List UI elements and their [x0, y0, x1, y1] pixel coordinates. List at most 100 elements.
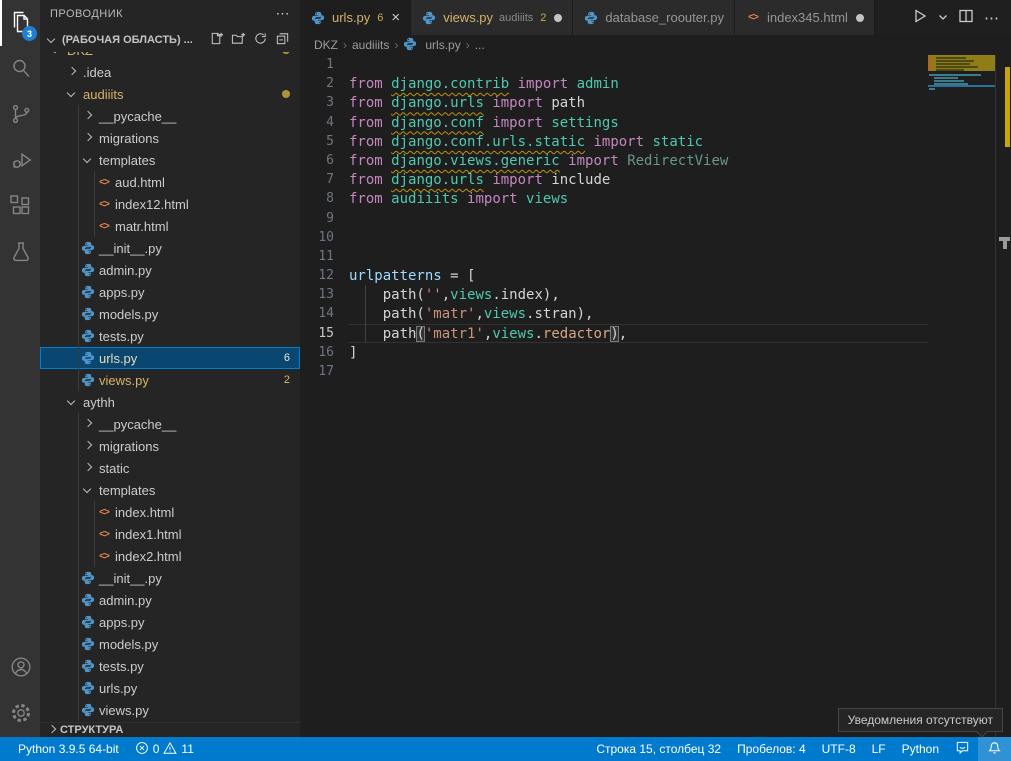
tab-index345.html[interactable]: <>index345.html	[735, 0, 875, 35]
tree-item-models.py[interactable]: models.py	[40, 303, 300, 325]
code-token: views	[492, 326, 534, 342]
code-token	[560, 153, 568, 169]
chevron-right-icon	[80, 130, 96, 146]
activity-explorer-button[interactable]: 3	[0, 0, 40, 46]
tree-item-audiiits[interactable]: audiiits	[40, 83, 300, 105]
tree-item-templates[interactable]: templates	[40, 479, 300, 501]
activity-run-debug-button[interactable]	[0, 138, 40, 184]
code-token: views	[450, 287, 492, 303]
tree-item-static[interactable]: static	[40, 457, 300, 479]
code-token: include	[551, 172, 610, 188]
run-icon[interactable]	[912, 8, 928, 27]
code-token: .	[534, 326, 542, 342]
tree-item-__init__.py[interactable]: __init__.py	[40, 237, 300, 259]
tab-urls.py[interactable]: urls.py6×	[300, 0, 411, 35]
minimap[interactable]	[928, 55, 995, 737]
tree-item-admin.py[interactable]: admin.py	[40, 259, 300, 281]
new-folder-icon[interactable]	[231, 31, 246, 49]
tab-views.py[interactable]: views.pyaudiiits2	[411, 0, 573, 35]
workspace-label[interactable]: (РАБОЧАЯ ОБЛАСТЬ) ...	[62, 34, 193, 46]
python-file-icon	[403, 37, 421, 54]
code-line-9: 9	[300, 209, 928, 228]
line-content	[349, 209, 928, 228]
activity-extensions-button[interactable]	[0, 184, 40, 230]
collapse-all-icon[interactable]	[275, 31, 290, 49]
more-actions-icon[interactable]: ⋯	[984, 9, 999, 27]
line-content	[349, 247, 928, 266]
code-token: from	[349, 153, 383, 169]
tree-item-label: admin.py	[99, 593, 152, 608]
code-token: static	[652, 134, 703, 150]
tree-item-.idea[interactable]: .idea	[40, 61, 300, 83]
breadcrumb-item-DKZ[interactable]: DKZ	[314, 38, 338, 52]
breadcrumb-item-...[interactable]: ...	[475, 38, 485, 52]
tree-item-views.py[interactable]: views.py2	[40, 369, 300, 391]
outline-section-header[interactable]: СТРУКТУРА	[40, 722, 300, 737]
tree-item-label: __pycache__	[99, 417, 176, 432]
activity-source-control-button[interactable]	[0, 92, 40, 138]
encoding-status[interactable]: UTF-8	[814, 737, 864, 761]
breadcrumb-item-audiiits[interactable]: audiiits	[352, 38, 389, 52]
language-mode-status[interactable]: Python	[894, 737, 947, 761]
notifications-bell-button[interactable]	[978, 737, 1011, 761]
sidebar-more-actions-icon[interactable]: ⋯	[276, 5, 291, 22]
tree-item-apps.py[interactable]: apps.py	[40, 611, 300, 633]
indentation-status[interactable]: Пробелов: 4	[729, 737, 814, 761]
activity-settings-button[interactable]	[0, 691, 40, 737]
activity-search-button[interactable]	[0, 46, 40, 92]
activity-testing-button[interactable]	[0, 230, 40, 276]
tree-item-admin.py[interactable]: admin.py	[40, 589, 300, 611]
new-file-icon[interactable]	[209, 31, 224, 49]
tab-database_roouter.py[interactable]: database_roouter.py	[573, 0, 735, 35]
split-editor-icon[interactable]	[958, 8, 974, 27]
tree-item-urls.py[interactable]: urls.py	[40, 677, 300, 699]
breadcrumb-item-urls.py[interactable]: urls.py	[403, 37, 460, 54]
cursor-position-status[interactable]: Строка 15, столбец 32	[588, 737, 729, 761]
code-token: django.urls	[391, 172, 484, 188]
chevron-right-icon	[64, 64, 80, 80]
tree-item-aythh[interactable]: aythh	[40, 391, 300, 413]
refresh-icon[interactable]	[253, 31, 268, 49]
line-content: urlpatterns = [	[349, 266, 928, 285]
overview-ruler[interactable]	[995, 55, 1011, 737]
line-content	[349, 362, 928, 381]
tree-item-index12.html[interactable]: <>index12.html	[40, 193, 300, 215]
tree-item-label: DKZ	[67, 52, 93, 58]
tree-item-templates[interactable]: templates	[40, 149, 300, 171]
code-line-14: 14 path('matr',views.stran),	[300, 304, 928, 323]
tree-item-__pycache__[interactable]: __pycache__	[40, 105, 300, 127]
tree-item-views.py[interactable]: views.py	[40, 699, 300, 721]
code-editor[interactable]: 12from django.contrib import admin3from …	[300, 55, 928, 737]
tree-item-migrations[interactable]: migrations	[40, 127, 300, 149]
tree-item-DKZ[interactable]: DKZ	[40, 52, 300, 61]
tree-item-aud.html[interactable]: <>aud.html	[40, 171, 300, 193]
html-file-icon: <>	[96, 174, 112, 190]
tree-item-matr.html[interactable]: <>matr.html	[40, 215, 300, 237]
eol-status[interactable]: LF	[864, 737, 894, 761]
tree-item-tests.py[interactable]: tests.py	[40, 655, 300, 677]
feedback-button[interactable]	[947, 737, 978, 761]
tree-item-__pycache__[interactable]: __pycache__	[40, 413, 300, 435]
tree-item-index2.html[interactable]: <>index2.html	[40, 545, 300, 567]
tree-item-models.py[interactable]: models.py	[40, 633, 300, 655]
tree-item-label: tests.py	[99, 659, 144, 674]
tab-label: views.py	[443, 10, 493, 25]
tree-item-migrations[interactable]: migrations	[40, 435, 300, 457]
tree-item-index1.html[interactable]: <>index1.html	[40, 523, 300, 545]
tree-item-__init__.py[interactable]: __init__.py	[40, 567, 300, 589]
code-line-13: 13 path('',views.index),	[300, 285, 928, 304]
problems-status[interactable]: 0 11	[127, 737, 202, 761]
tree-item-urls.py[interactable]: urls.py6	[40, 347, 300, 369]
tab-close-icon[interactable]: ×	[391, 10, 400, 25]
python-interpreter-status[interactable]: Python 3.9.5 64-bit	[10, 737, 127, 761]
tree-item-label: views.py	[99, 703, 149, 718]
chevron-down-icon[interactable]	[44, 32, 60, 48]
activity-account-button[interactable]	[0, 645, 40, 691]
tree-item-index.html[interactable]: <>index.html	[40, 501, 300, 523]
python-file-icon	[421, 10, 437, 26]
explorer-sidebar: ПРОВОДНИК ⋯ (РАБОЧАЯ ОБЛАСТЬ) ... DKZ.id…	[40, 0, 300, 737]
tree-item-tests.py[interactable]: tests.py	[40, 325, 300, 347]
tree-item-apps.py[interactable]: apps.py	[40, 281, 300, 303]
run-dropdown-chevron-icon[interactable]	[938, 10, 948, 25]
code-token: RedirectView	[627, 153, 728, 169]
